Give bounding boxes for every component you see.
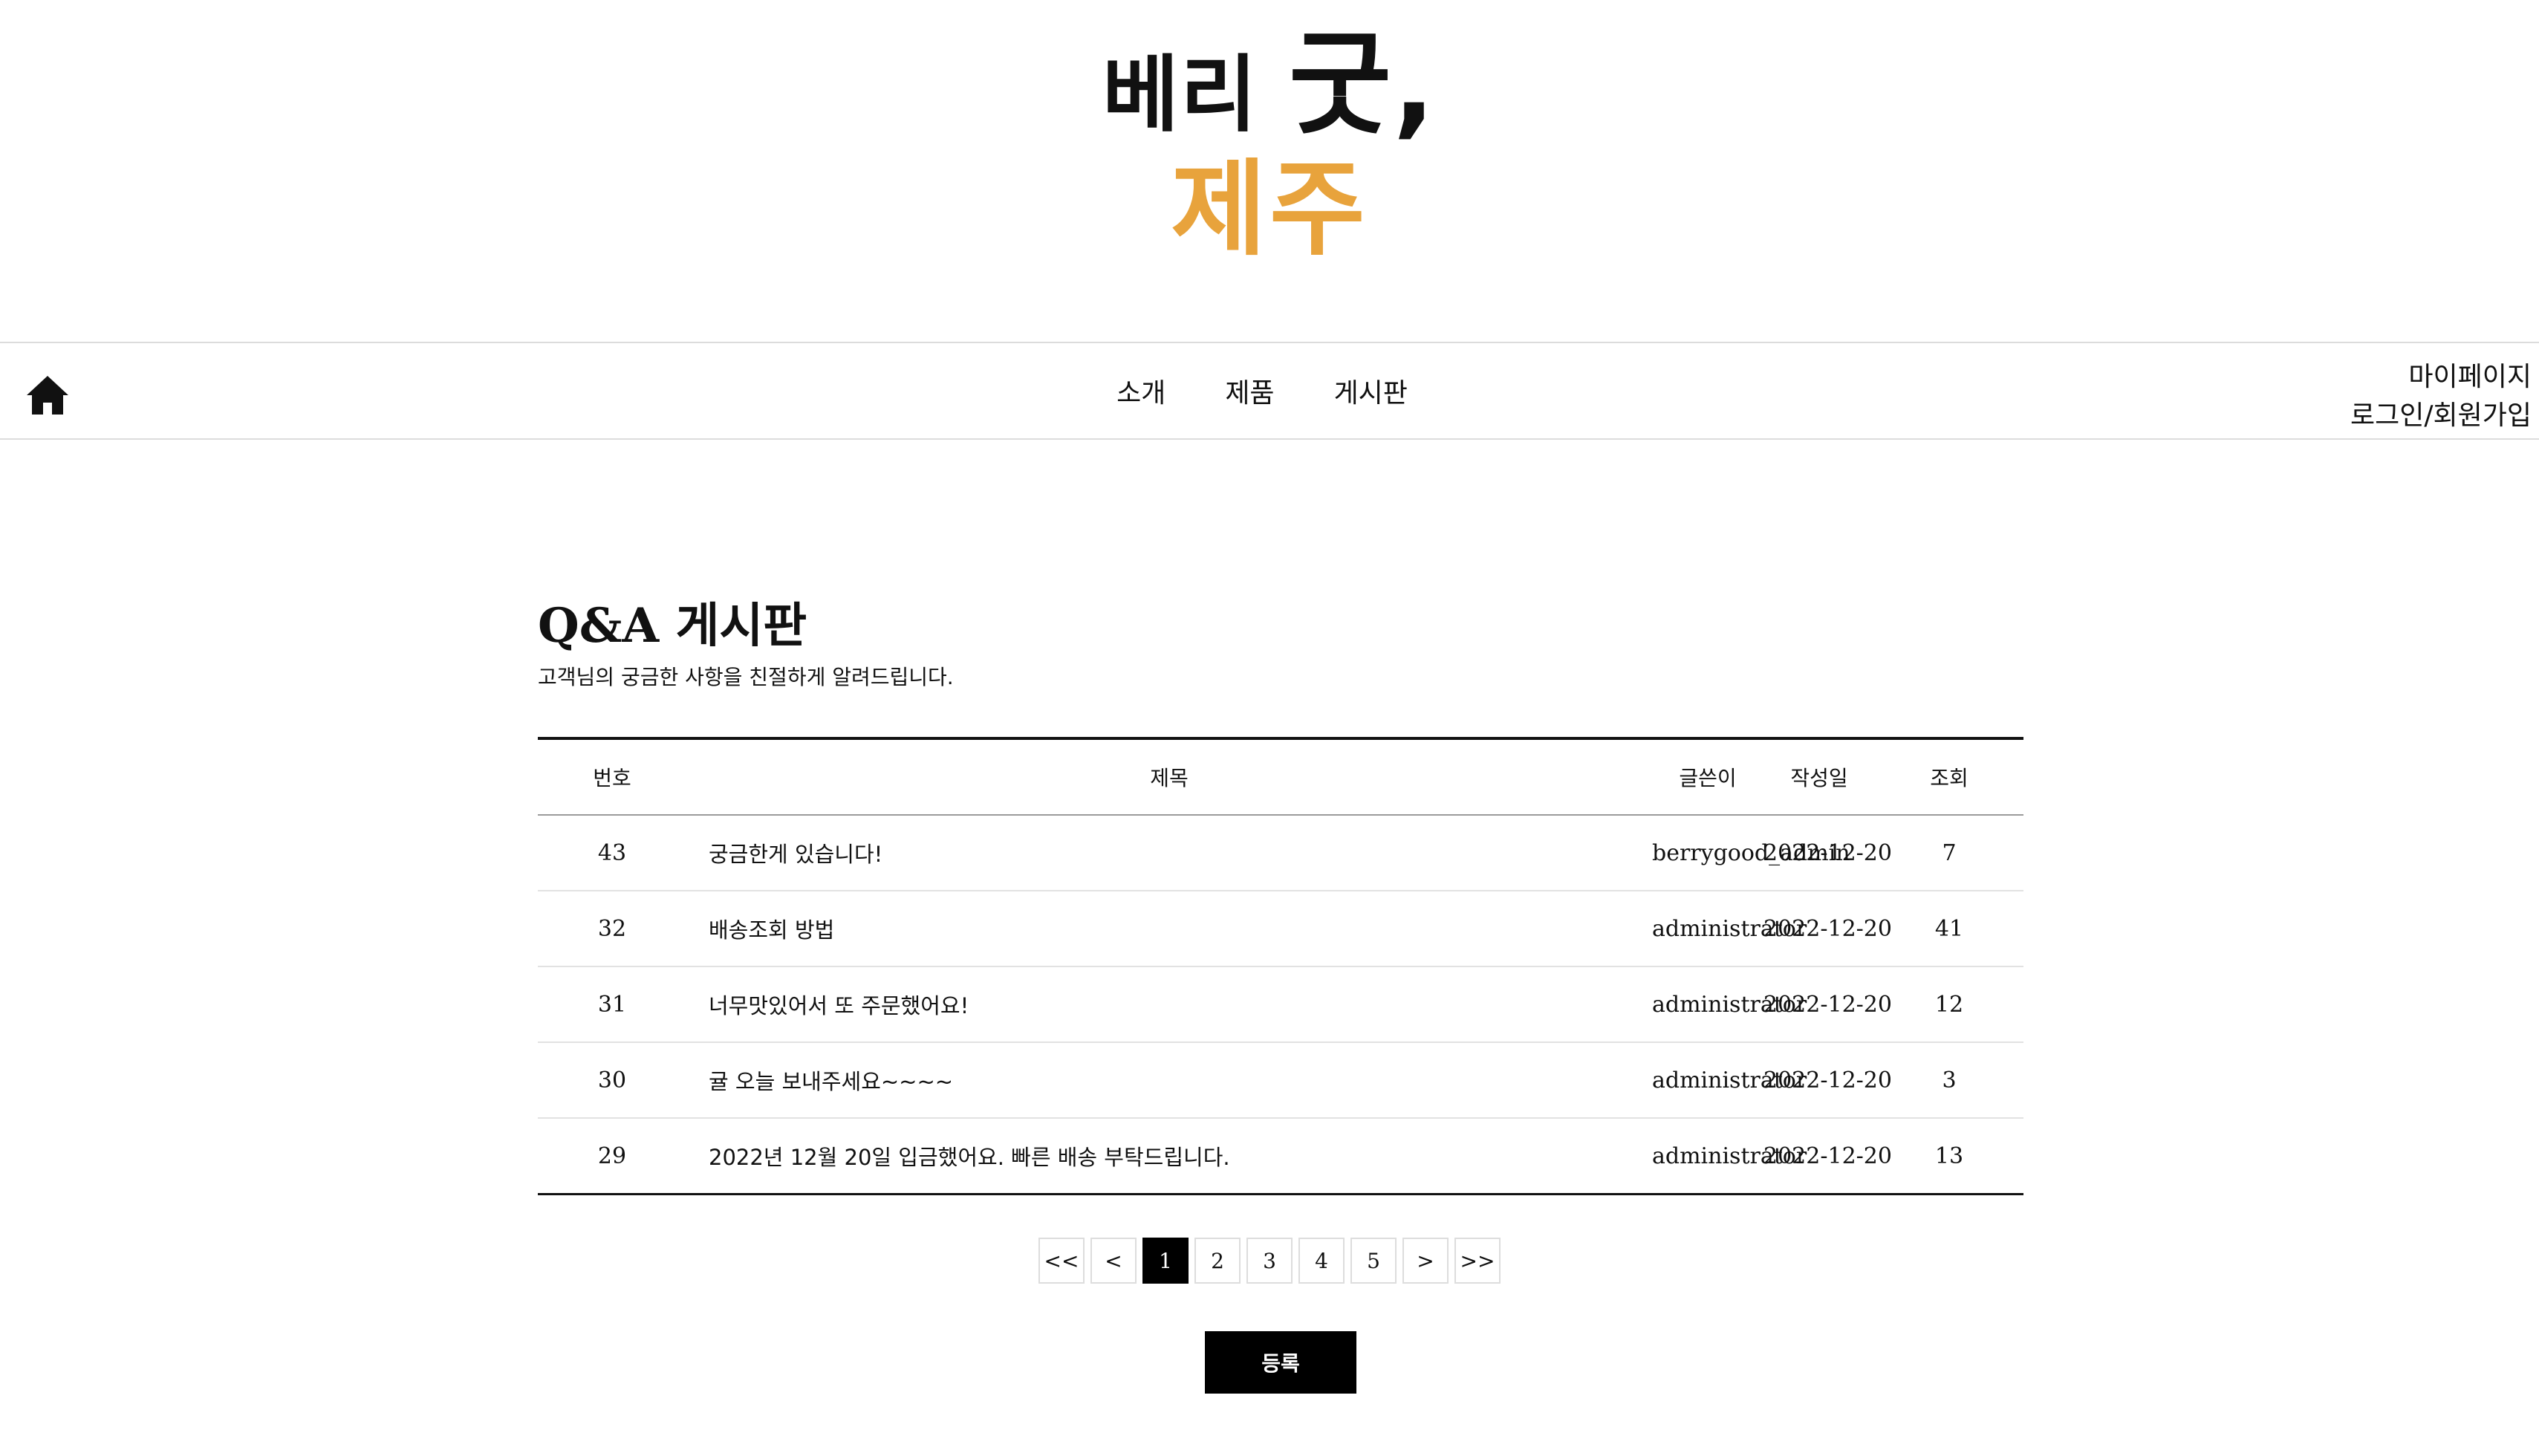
mypage-link[interactable]: 마이페이지 <box>2350 358 2532 397</box>
page-prev-button[interactable]: < <box>1090 1238 1137 1284</box>
post-date: 2022-12-20 <box>1763 1143 1892 1169</box>
logo-text-good: 굿, <box>1289 21 1437 150</box>
post-writer: administrator <box>1652 1143 1807 1169</box>
page-number-button[interactable]: 5 <box>1350 1238 1397 1284</box>
column-header-number: 번호 <box>538 738 686 816</box>
page: 베리 굿, 제주 소개 제품 게시판 마이페이지 로그인/회원가입 Q&A 게시… <box>0 0 2539 1456</box>
logo-text-berry: 베리 <box>1102 47 1259 143</box>
post-writer: administrator <box>1652 1042 1807 1119</box>
post-number: 29 <box>597 1143 627 1169</box>
post-number: 31 <box>538 966 686 1043</box>
post-date: 2022-12-20 <box>1763 891 1892 967</box>
post-writer: administrator <box>1652 891 1807 967</box>
table-row[interactable]: 31 너무맛있어서 또 주문했어요! administrator 2022-12… <box>538 966 2023 1043</box>
column-header-views: 조회 <box>1875 738 2023 816</box>
post-date: 2022-12-20 <box>1763 815 1892 891</box>
page-next-button[interactable]: > <box>1402 1238 1449 1284</box>
page-last-button[interactable]: >> <box>1454 1238 1501 1284</box>
post-views: 12 <box>1875 966 2023 1043</box>
page-number-button[interactable]: 3 <box>1246 1238 1293 1284</box>
page-first-button[interactable]: << <box>1038 1238 1085 1284</box>
logo-text-jeju: 제주 <box>1171 149 1368 270</box>
nav-item-board[interactable]: 게시판 <box>1334 371 1408 410</box>
register-button[interactable]: 등록 <box>1205 1331 1356 1394</box>
column-header-date: 작성일 <box>1763 738 1875 816</box>
table-header-row: 번호 제목 글쓴이 작성일 조회 <box>538 738 2023 816</box>
nav-item-products[interactable]: 제품 <box>1225 371 1274 410</box>
page-number-button-current[interactable]: 1 <box>1142 1238 1189 1284</box>
page-subtitle: 고객님의 궁금한 사항을 친절하게 알려드립니다. <box>538 665 954 689</box>
post-number: 43 <box>538 815 686 891</box>
user-links: 마이페이지 로그인/회원가입 <box>2350 358 2532 435</box>
post-views: 7 <box>1875 815 2023 891</box>
site-logo[interactable]: 베리 굿, 제주 <box>0 30 2539 270</box>
logo-line1: 베리 굿, <box>0 30 2539 151</box>
navbar: 소개 제품 게시판 마이페이지 로그인/회원가입 <box>0 342 2539 440</box>
table-row[interactable]: 30 귤 오늘 보내주세요~~~~ administrator 2022-12-… <box>538 1042 2023 1119</box>
login-signup-link[interactable]: 로그인/회원가입 <box>2350 397 2532 435</box>
page-number-button[interactable]: 2 <box>1194 1238 1241 1284</box>
post-number: 32 <box>538 891 686 967</box>
page-number-button[interactable]: 4 <box>1298 1238 1345 1284</box>
page-title: Q&A 게시판 <box>538 598 807 654</box>
table-row[interactable]: 29 2022년 12월 20일 입금했어요. 빠른 배송 부탁드립니다. ad… <box>538 1118 2023 1195</box>
home-icon[interactable] <box>25 374 70 416</box>
post-writer: administrator <box>1652 966 1807 1043</box>
main-menu: 소개 제품 게시판 <box>0 343 2539 438</box>
table-row[interactable]: 43 궁금한게 있습니다! berrygood_admin 2022-12-20… <box>538 815 2023 891</box>
post-title-link[interactable]: 귤 오늘 보내주세요~~~~ <box>686 1042 1652 1119</box>
post-number: 30 <box>538 1042 686 1119</box>
table-row[interactable]: 32 배송조회 방법 administrator 2022-12-20 41 <box>538 891 2023 967</box>
post-title-link[interactable]: 배송조회 방법 <box>686 891 1652 967</box>
post-date: 2022-12-20 <box>1763 966 1892 1043</box>
post-title-link[interactable]: 너무맛있어서 또 주문했어요! <box>686 966 1652 1043</box>
nav-item-about[interactable]: 소개 <box>1116 371 1166 410</box>
post-title-link[interactable]: 2022년 12월 20일 입금했어요. 빠른 배송 부탁드립니다. <box>686 1118 1652 1195</box>
post-views: 41 <box>1875 891 2023 967</box>
qna-table: 번호 제목 글쓴이 작성일 조회 43 궁금한게 있습니다! berrygood… <box>538 737 2023 1195</box>
column-header-title: 제목 <box>686 738 1652 816</box>
column-header-writer: 글쓴이 <box>1652 738 1763 816</box>
pagination: << < 1 2 3 4 5 > >> <box>0 1238 2539 1284</box>
post-views: 3 <box>1875 1042 2023 1119</box>
post-views: 13 <box>1934 1143 1964 1169</box>
post-date: 2022-12-20 <box>1763 1042 1892 1119</box>
post-title-link[interactable]: 궁금한게 있습니다! <box>686 815 1652 891</box>
post-writer: berrygood_admin <box>1652 815 1850 891</box>
